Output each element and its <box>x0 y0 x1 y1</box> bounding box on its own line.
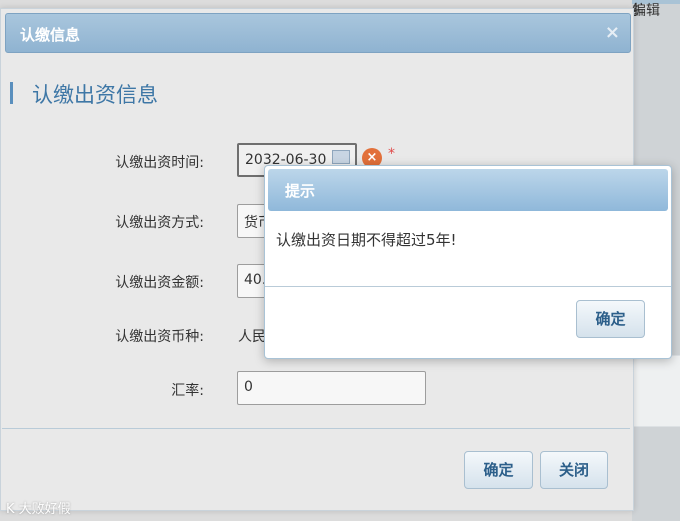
alert-divider <box>265 286 671 287</box>
label-exchange-rate: 汇率: <box>171 383 204 399</box>
alert-dialog: 提示 认缴出资日期不得超过5年! 确定 <box>264 165 672 359</box>
dialog-title: 认缴信息 <box>20 26 81 44</box>
label-subscription-method: 认缴出资方式: <box>115 215 204 231</box>
label-subscription-time: 认缴出资时间: <box>115 155 204 171</box>
dialog-footer-divider <box>2 428 630 429</box>
alert-title: 提示 <box>285 182 316 200</box>
alert-header: 提示 <box>268 169 668 211</box>
alert-message: 认缴出资日期不得超过5年! <box>276 231 457 249</box>
background-row <box>632 355 680 427</box>
section-title: 认缴出资信息 <box>32 83 158 107</box>
background-edge-text: 扌 <box>632 3 646 19</box>
required-mark: * <box>388 146 395 162</box>
confirm-button[interactable]: 确定 <box>464 451 533 489</box>
label-subscription-currency: 认缴出资币种: <box>115 329 204 345</box>
close-icon[interactable]: × <box>605 22 620 43</box>
close-button[interactable]: 关闭 <box>540 451 608 489</box>
watermark: K 大败好假 <box>6 502 71 517</box>
dialog-header: 认缴信息 × <box>5 13 631 53</box>
section-accent-bar <box>10 82 13 104</box>
exchange-rate-input[interactable]: 0 <box>237 371 426 405</box>
alert-confirm-button[interactable]: 确定 <box>576 300 645 338</box>
subscription-currency-value: 人民 <box>238 329 266 345</box>
exchange-rate-value: 0 <box>244 379 253 395</box>
calendar-icon[interactable] <box>332 150 350 164</box>
label-subscription-amount: 认缴出资金额: <box>115 275 204 291</box>
subscription-amount-value: 40. <box>244 272 267 288</box>
